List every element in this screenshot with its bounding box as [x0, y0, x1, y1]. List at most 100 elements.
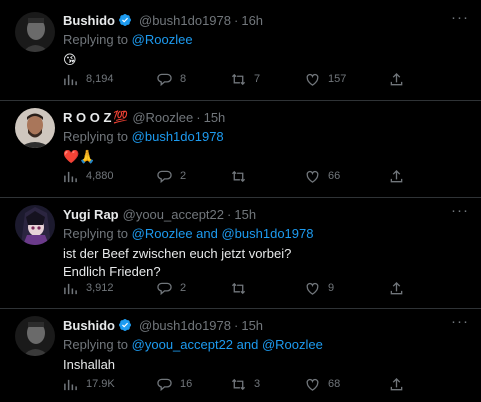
reply-mention-link[interactable]: @Roozlee	[262, 337, 323, 352]
reply-and-text: and	[233, 337, 262, 352]
avatar[interactable]	[15, 108, 55, 148]
reply-mention-link[interactable]: @Roozlee	[132, 32, 193, 47]
tweet-actions: 8,194 8 7 157	[63, 71, 481, 87]
replying-to-label: Replying to	[63, 32, 132, 47]
user-handle[interactable]: @yoou_accept22	[123, 207, 224, 222]
tweet-text-line: ❤️🙏	[63, 149, 96, 164]
reply-button[interactable]: 2	[157, 281, 186, 296]
more-icon[interactable]: ···	[451, 202, 469, 219]
share-button[interactable]	[389, 377, 404, 392]
share-icon	[390, 281, 403, 294]
views-count: 4,880	[86, 170, 114, 182]
tweet[interactable]: Bushido @bush1do1978 · 16h Replying to @…	[0, 0, 481, 101]
replying-to: Replying to @bush1do1978	[63, 128, 471, 146]
replying-to-label: Replying to	[63, 337, 132, 352]
reply-mention-link[interactable]: @bush1do1978	[221, 226, 313, 241]
like-button[interactable]: 66	[305, 169, 340, 184]
tweet-text: 😘	[63, 51, 471, 69]
timestamp[interactable]: 15h	[241, 318, 263, 333]
display-name[interactable]: Bushido	[63, 13, 115, 28]
analytics-icon	[64, 171, 77, 182]
views-button[interactable]: 4,880	[63, 169, 114, 184]
reply-count: 2	[180, 282, 187, 294]
timestamp[interactable]: 15h	[204, 110, 226, 125]
tweet-text-line: Inshallah	[63, 357, 116, 372]
separator-dot: ·	[234, 317, 239, 333]
reply-count: 16	[180, 378, 193, 390]
retweet-icon	[231, 378, 246, 390]
reply-count: 8	[180, 73, 187, 85]
share-icon	[390, 169, 403, 182]
tweet-text: ist der Beef zwischen euch jetzt vorbei?…	[63, 245, 471, 281]
tweet-text: ❤️🙏	[63, 148, 471, 166]
retweet-count: 3	[254, 378, 261, 390]
like-button[interactable]: 9	[305, 281, 334, 296]
separator-dot: ·	[227, 206, 232, 222]
avatar[interactable]	[15, 12, 55, 52]
retweet-button[interactable]	[231, 169, 254, 184]
tweet-text-line: Endlich Frieden?	[63, 264, 161, 279]
tweet-actions: 17.9K 16 3 68	[63, 376, 481, 392]
views-count: 3,912	[86, 282, 114, 294]
timestamp[interactable]: 15h	[234, 207, 256, 222]
user-handle[interactable]: @bush1do1978	[139, 13, 231, 28]
avatar[interactable]	[15, 316, 55, 356]
tweet[interactable]: Bushido @bush1do1978 · 15h Replying to @…	[0, 308, 481, 402]
share-button[interactable]	[389, 169, 404, 184]
reply-icon	[157, 73, 172, 86]
reply-icon	[157, 170, 172, 183]
reply-count: 2	[180, 170, 187, 182]
avatar[interactable]	[15, 205, 55, 245]
retweet-button[interactable]	[231, 281, 254, 296]
display-name-emoji: 💯	[113, 110, 129, 124]
views-button[interactable]: 3,912	[63, 281, 114, 296]
tweet-text-line: 😘	[63, 52, 77, 67]
display-name[interactable]: Bushido	[63, 318, 115, 333]
tweet[interactable]: R O O Z 💯 @Roozlee · 15h Replying to @bu…	[0, 100, 481, 198]
tweet-text: Inshallah	[63, 356, 471, 374]
reply-and-text: and	[192, 226, 222, 241]
reply-button[interactable]: 16	[157, 377, 192, 392]
share-button[interactable]	[389, 72, 404, 87]
reply-mention-link[interactable]: @yoou_accept22	[132, 337, 233, 352]
retweet-icon	[231, 282, 246, 294]
heart-icon	[306, 378, 319, 391]
like-count: 66	[328, 170, 341, 182]
share-icon	[390, 377, 403, 390]
replying-to: Replying to @yoou_accept22 and @Roozlee	[63, 336, 471, 354]
heart-icon	[306, 73, 319, 86]
views-button[interactable]: 8,194	[63, 72, 114, 87]
reply-button[interactable]: 8	[157, 72, 186, 87]
share-button[interactable]	[389, 281, 404, 296]
timestamp[interactable]: 16h	[241, 13, 263, 28]
like-count: 9	[328, 282, 335, 294]
analytics-icon	[64, 283, 77, 294]
views-count: 8,194	[86, 73, 114, 85]
views-count: 17.9K	[86, 378, 115, 390]
like-count: 68	[328, 378, 341, 390]
more-icon[interactable]: ···	[451, 9, 469, 26]
separator-dot: ·	[196, 109, 201, 125]
tweet[interactable]: Yugi Rap @yoou_accept22 · 15h Replying t…	[0, 197, 481, 309]
reply-mention-link[interactable]: @bush1do1978	[132, 129, 224, 144]
like-button[interactable]: 68	[305, 377, 340, 392]
display-name[interactable]: Yugi Rap	[63, 207, 119, 222]
reply-mention-link[interactable]: @Roozlee	[132, 226, 193, 241]
tweet-text-line: ist der Beef zwischen euch jetzt vorbei?	[63, 246, 292, 261]
retweet-button[interactable]: 3	[231, 377, 260, 392]
analytics-icon	[64, 74, 77, 85]
views-button[interactable]: 17.9K	[63, 377, 115, 392]
user-handle[interactable]: @Roozlee	[132, 110, 193, 125]
separator-dot: ·	[234, 12, 239, 28]
display-name[interactable]: R O O Z	[63, 110, 111, 125]
like-count: 157	[328, 73, 347, 85]
share-icon	[390, 72, 403, 85]
retweet-button[interactable]: 7	[231, 72, 260, 87]
tweet-actions: 4,880 2 66	[63, 168, 481, 184]
like-button[interactable]: 157	[305, 72, 346, 87]
reply-icon	[157, 282, 172, 295]
replying-to: Replying to @Roozlee	[63, 31, 471, 49]
user-handle[interactable]: @bush1do1978	[139, 318, 231, 333]
reply-button[interactable]: 2	[157, 169, 186, 184]
more-icon[interactable]: ···	[451, 313, 469, 330]
